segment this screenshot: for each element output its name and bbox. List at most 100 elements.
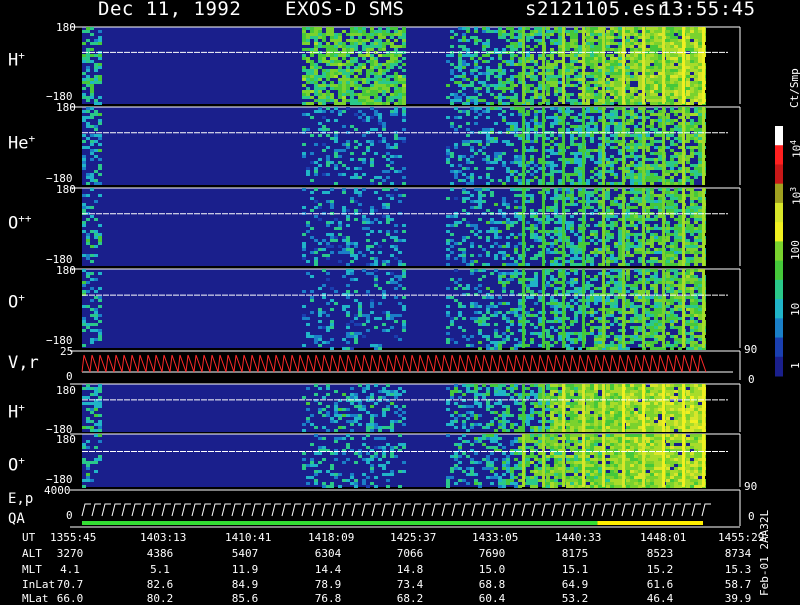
spectrogram-cell [698, 60, 702, 63]
spectrogram-cell [598, 72, 602, 75]
spectrogram-cell [686, 33, 690, 36]
spectrogram-cell [466, 99, 470, 102]
spectrogram-cell [690, 215, 694, 218]
spectrogram-cell [450, 125, 454, 128]
spectrogram-cell [674, 81, 678, 84]
spectrogram-cell [466, 30, 470, 33]
spectrogram-cell [90, 323, 94, 326]
spectrogram-cell [326, 54, 330, 57]
spectrogram-cell [618, 158, 622, 161]
spectrogram-cell [342, 69, 346, 72]
spectrogram-cell [626, 269, 630, 272]
spectrogram-cell [482, 128, 486, 131]
spectrogram-cell [338, 221, 342, 224]
spectrogram-cell [586, 194, 590, 197]
spectrogram-cell [674, 36, 678, 39]
spectrogram-cell [498, 272, 502, 275]
spectrogram-cell [318, 96, 322, 99]
spectrogram-cell [482, 42, 486, 45]
spectrogram-cell [654, 96, 658, 99]
spectrogram-cell [366, 39, 370, 42]
spectrogram-cell [646, 197, 650, 200]
spectrogram-cell [514, 344, 518, 347]
spectrogram-cell [658, 69, 662, 72]
spectrogram-cell [638, 78, 642, 81]
spectrogram-cell [670, 233, 674, 236]
spectrogram-cell [518, 218, 522, 221]
spectrogram-cell [454, 215, 458, 218]
spectrogram-cell [698, 99, 702, 102]
spectrogram-cell [338, 78, 342, 81]
spectrogram-cell [698, 227, 702, 230]
spectrogram-cell [474, 110, 478, 113]
spectrogram-cell [666, 87, 670, 90]
spectrogram-cell [590, 128, 594, 131]
spectrogram-cell [646, 323, 650, 326]
spectrogram-cell [574, 54, 578, 57]
spectrogram-cell [650, 113, 654, 116]
spectrogram-cell [606, 248, 610, 251]
spectrogram-cell [402, 33, 406, 36]
spectrogram-cell [346, 84, 350, 87]
spectrogram-cell [578, 143, 582, 146]
spectrogram-cell [678, 72, 682, 75]
spectrogram-stripe [662, 188, 665, 266]
spectrogram-cell [666, 66, 670, 69]
spectrogram-cell [310, 191, 314, 194]
spectrogram-cell [338, 245, 342, 248]
spectrogram-cell [370, 93, 374, 96]
spectrogram-cell [610, 164, 614, 167]
spectrogram-cell [646, 326, 650, 329]
spectrogram-cell [674, 137, 678, 140]
spectrogram-cell [666, 233, 670, 236]
spectrogram-cell [554, 302, 558, 305]
spectrogram-cell [306, 170, 310, 173]
spectrogram-cell [650, 329, 654, 332]
spectrogram-cell [598, 272, 602, 275]
spectrogram-cell [686, 209, 690, 212]
spectrogram-cell [486, 84, 490, 87]
spectrogram-cell [626, 224, 630, 227]
spectrogram-cell [650, 81, 654, 84]
spectrogram-cell [502, 287, 506, 290]
spectrogram-cell [574, 42, 578, 45]
spectrogram-cell [698, 78, 702, 81]
spectrogram-cell [694, 248, 698, 251]
spectrogram-cell [502, 69, 506, 72]
spectrogram-cell [446, 254, 450, 257]
spectrogram-cell [574, 84, 578, 87]
spectrogram-cell [482, 72, 486, 75]
spectrogram-cell [378, 30, 382, 33]
spectrogram-cell [694, 134, 698, 137]
spectrogram-cell [630, 96, 634, 99]
spectrogram-cell [606, 81, 610, 84]
spectrogram-cell [334, 137, 338, 140]
spectrogram-cell [498, 78, 502, 81]
spectrogram-cell [550, 116, 554, 119]
spectrogram-cell [558, 179, 562, 182]
spectrogram-cell [534, 33, 538, 36]
spectrogram-cell [554, 87, 558, 90]
spectrogram-cell [626, 119, 630, 122]
spectrogram-cell [634, 158, 638, 161]
spectrogram-cell [446, 215, 450, 218]
spectrogram-cell [626, 72, 630, 75]
spectrogram-cell [670, 164, 674, 167]
spectrogram-cell [338, 63, 342, 66]
spectrogram-cell [638, 48, 642, 51]
spectrogram-cell [362, 27, 366, 30]
spectrogram-cell [498, 113, 502, 116]
spectrogram-cell [614, 290, 618, 293]
spectrogram-cell [310, 90, 314, 93]
spectrogram-cell [646, 110, 650, 113]
spectrogram-cell [678, 194, 682, 197]
spectrogram-cell [506, 218, 510, 221]
spectrogram-cell [590, 326, 594, 329]
spectrogram-cell [330, 287, 334, 290]
spectrogram-cell [626, 302, 630, 305]
spectrogram-cell [650, 218, 654, 221]
spectrogram-cell [570, 215, 574, 218]
spectrogram-cell [314, 81, 318, 84]
spectrogram-cell [462, 188, 466, 191]
spectrogram-cell [458, 314, 462, 317]
